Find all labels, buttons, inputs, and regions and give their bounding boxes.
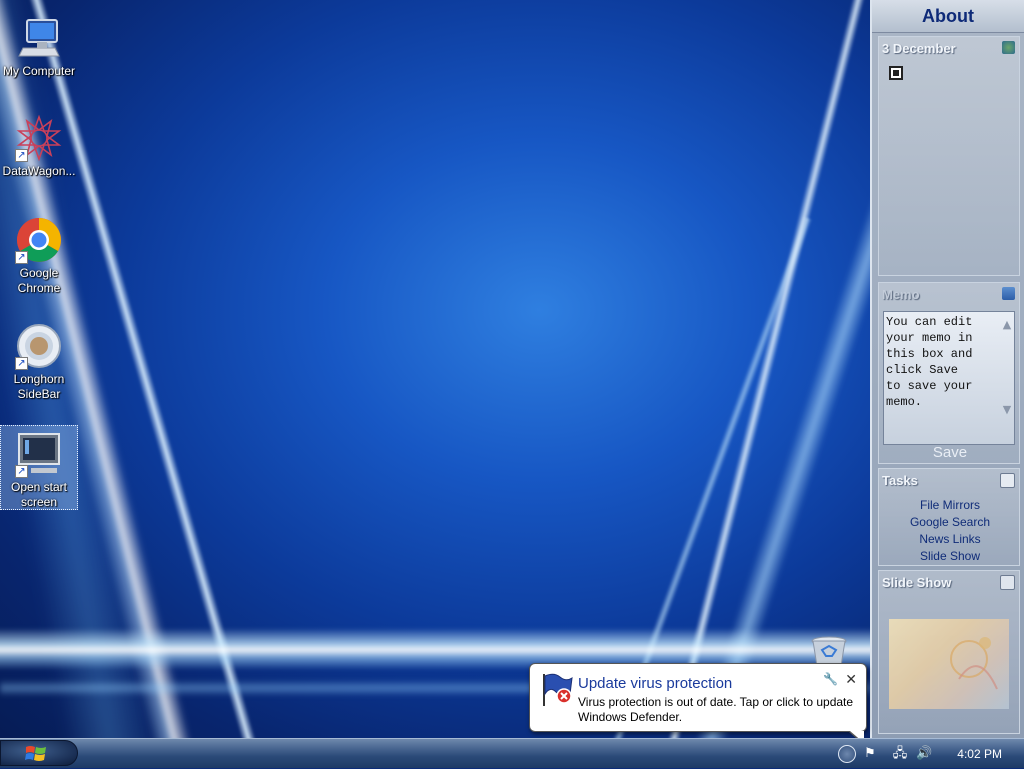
notification-balloon[interactable]: Update virus protection Virus protection… <box>529 663 867 745</box>
recycle-bin-icon[interactable] <box>810 636 848 667</box>
task-link-google-search[interactable]: Google Search <box>879 514 1021 531</box>
desktop-icon-google-chrome[interactable]: ↗ Google Chrome <box>0 212 78 296</box>
desktop-icon-my-computer[interactable]: My Computer <box>0 10 78 79</box>
longhorn-sidebar-icon: ↗ <box>15 322 63 370</box>
desktop-icon-datawagon[interactable]: ↗ DataWagon... <box>0 110 78 179</box>
desktop-icon-label: My Computer <box>2 64 76 78</box>
desktop-icon-label: Open start screen <box>10 480 68 509</box>
save-button[interactable]: Save <box>879 444 1021 461</box>
memo-panel: Memo You can edit your memo in this box … <box>878 282 1020 464</box>
notification-message: Virus protection is out of date. Tap or … <box>578 695 854 724</box>
task-link-slide-show[interactable]: Slide Show <box>879 548 1021 565</box>
network-icon[interactable]: 🖧 <box>892 746 908 762</box>
taskbar: ⚑ 🖧 🔊 4:02 PM <box>0 738 1024 768</box>
defender-tray-icon[interactable]: ⚑ <box>862 746 878 762</box>
slideshow-image[interactable] <box>889 619 1009 709</box>
scroll-down-icon[interactable]: ▼ <box>1000 404 1014 415</box>
slideshow-title: Slide Show <box>882 575 952 590</box>
windows-logo-icon <box>25 746 46 761</box>
close-icon[interactable]: ✕ <box>845 671 857 688</box>
clock[interactable]: 4:02 PM <box>957 739 1002 769</box>
task-link-news-links[interactable]: News Links <box>879 531 1021 548</box>
globe-icon[interactable] <box>1002 41 1015 54</box>
shortcut-arrow-icon: ↗ <box>15 465 28 478</box>
monitor-small-icon[interactable] <box>1000 575 1015 590</box>
wrench-options-icon[interactable]: 🔧 <box>823 672 838 686</box>
scroll-up-icon[interactable]: ▲ <box>1000 319 1014 330</box>
task-link-file-mirrors[interactable]: File Mirrors <box>879 497 1021 514</box>
volume-icon[interactable]: 🔊 <box>916 746 932 762</box>
calendar-title: 3 December <box>882 41 956 56</box>
chrome-icon: ↗ <box>15 216 63 264</box>
memo-scrollbar[interactable]: ▲ ▼ <box>1000 319 1014 459</box>
datawagon-icon: ↗ <box>15 114 63 162</box>
shortcut-arrow-icon: ↗ <box>15 251 28 264</box>
longhorn-sidebar: About 3 December Memo You can edit your … <box>870 0 1024 738</box>
sidebar-title[interactable]: About <box>872 0 1024 33</box>
computer-icon <box>15 14 63 62</box>
monitor-icon: ↗ <box>15 430 63 478</box>
desktop-icon-open-start-screen[interactable]: ↗ Open start screen <box>0 425 78 510</box>
memo-title: Memo <box>882 287 920 302</box>
windows-defender-flag-icon <box>540 672 574 708</box>
tasks-title: Tasks <box>882 473 918 488</box>
desktop-icon-label: Google Chrome <box>17 266 61 295</box>
checkbox-icon[interactable] <box>889 66 903 80</box>
notification-title: Update virus protection <box>578 675 733 692</box>
slideshow-panel: Slide Show <box>878 570 1020 734</box>
start-button[interactable] <box>0 740 78 766</box>
desktop-icon-longhorn-sidebar[interactable]: ↗ Longhorn SideBar <box>0 318 78 402</box>
tray-circle-icon[interactable] <box>838 745 856 763</box>
notepad-icon[interactable] <box>1002 287 1015 300</box>
memo-textarea[interactable]: You can edit your memo in this box and c… <box>883 311 1015 445</box>
tasks-clock-icon[interactable] <box>1000 473 1015 488</box>
desktop-icon-label: Longhorn SideBar <box>13 372 65 401</box>
tasks-panel: Tasks File Mirrors Google Search News Li… <box>878 468 1020 566</box>
calendar-panel: 3 December <box>878 36 1020 276</box>
desktop[interactable]: My Computer ↗ DataWagon... ↗ Google Chro… <box>0 0 870 738</box>
shortcut-arrow-icon: ↗ <box>15 149 28 162</box>
desktop-icon-label: DataWagon... <box>2 164 76 178</box>
shortcut-arrow-icon: ↗ <box>15 357 28 370</box>
